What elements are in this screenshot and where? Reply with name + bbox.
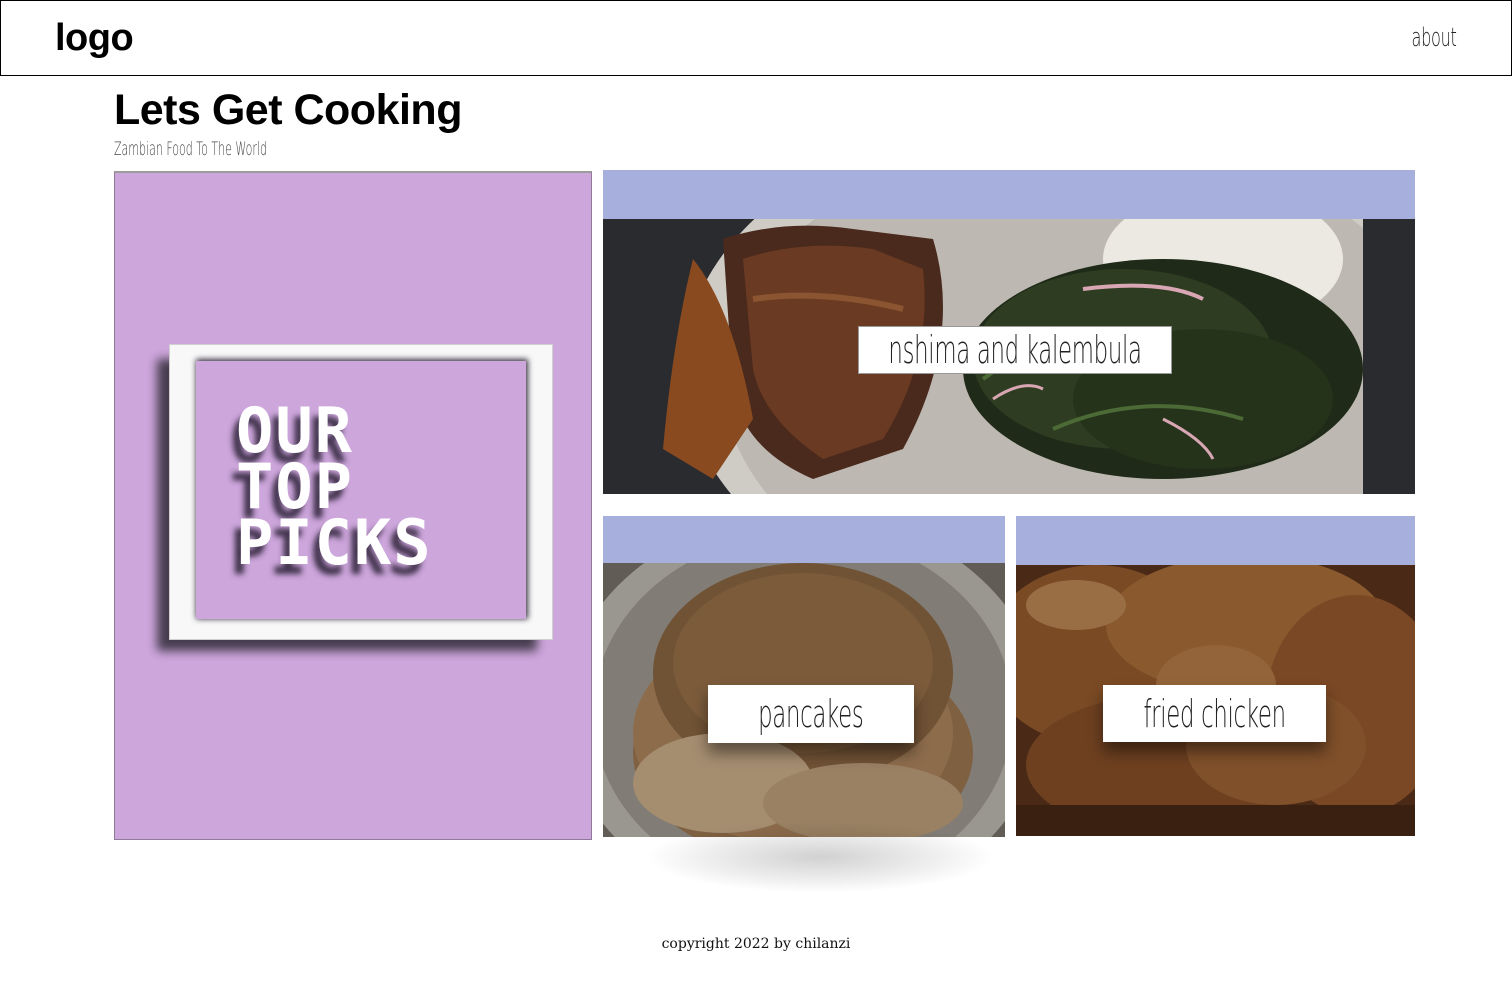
food-label-pancakes[interactable]: pancakes xyxy=(708,685,914,743)
floor-shadow xyxy=(650,822,990,892)
food-label-fried-chicken-text: fried chicken xyxy=(1143,691,1286,736)
page-title: Lets Get Cooking xyxy=(114,86,462,134)
card-color-band xyxy=(603,516,1005,565)
picks-frame-inner: OUR TOP PICKS xyxy=(196,361,526,619)
card-color-band xyxy=(603,170,1415,219)
card-color-band xyxy=(1016,516,1415,565)
food-label-fried-chicken[interactable]: fried chicken xyxy=(1103,685,1326,742)
food-card-fried-chicken[interactable]: fried chicken xyxy=(1016,516,1415,836)
about-link[interactable]: about xyxy=(1412,23,1457,53)
food-label-nshima-text: nshima and kalembula xyxy=(888,328,1142,372)
top-picks-card: OUR TOP PICKS xyxy=(114,171,592,840)
logo-link[interactable]: logo xyxy=(55,17,134,60)
top-picks-heading: OUR TOP PICKS xyxy=(236,400,433,579)
picks-frame: OUR TOP PICKS xyxy=(169,344,553,640)
food-card-nshima[interactable]: nshima and kalembula xyxy=(603,170,1415,494)
top-navbar: logo about xyxy=(0,0,1512,76)
food-label-nshima[interactable]: nshima and kalembula xyxy=(858,326,1172,374)
top-picks-line-3: PICKS xyxy=(236,506,433,579)
footer-copyright: copyright 2022 by chilanzi xyxy=(661,936,851,952)
food-label-pancakes-text: pancakes xyxy=(758,692,864,736)
page-subtitle: Zambian Food To The World xyxy=(114,138,267,160)
food-card-pancakes[interactable]: pancakes xyxy=(603,516,1005,837)
